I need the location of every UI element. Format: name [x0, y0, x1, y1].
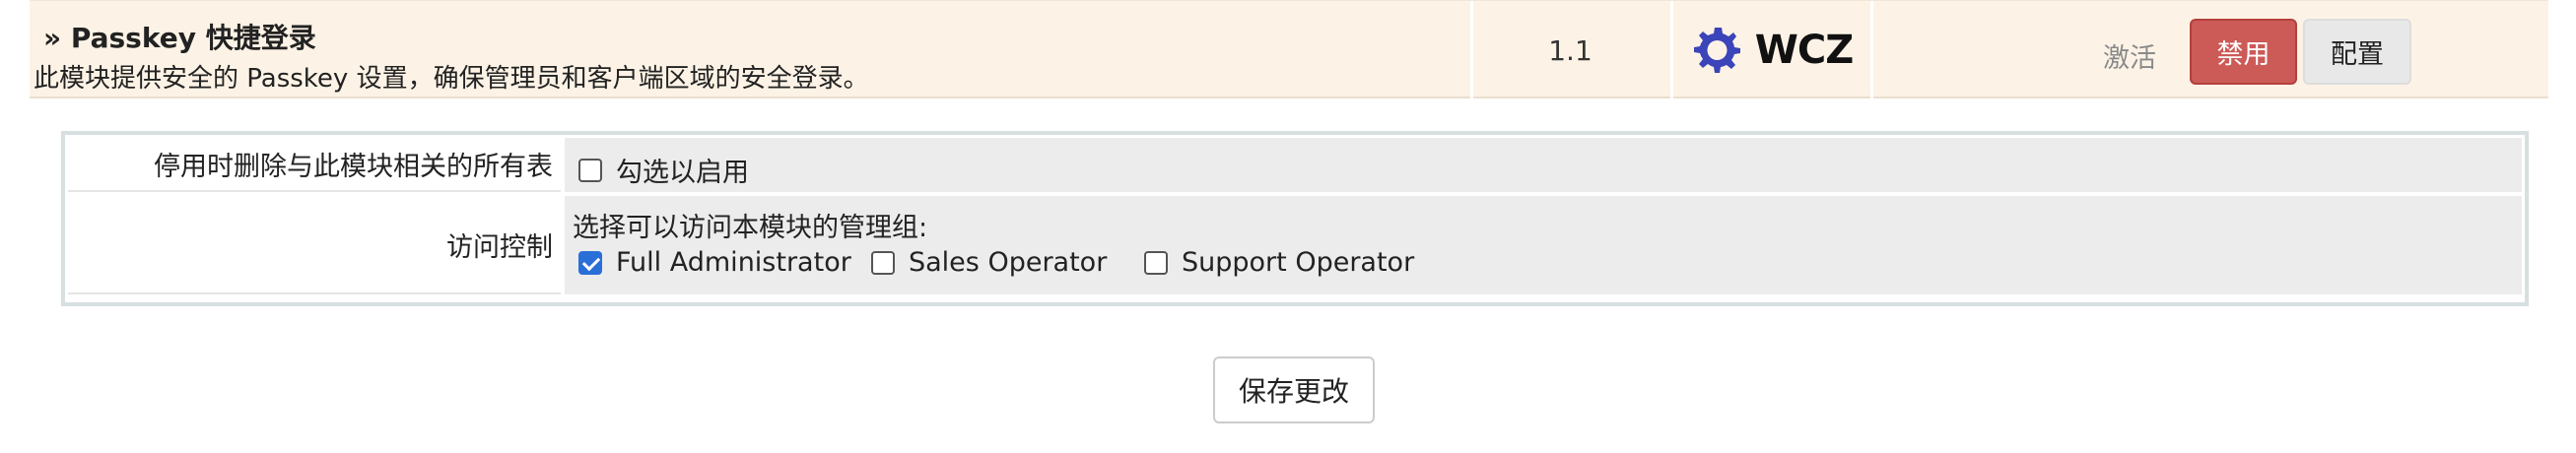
module-row: » Passkey 快捷登录 此模块提供安全的 Passkey 设置，确保管理员…	[30, 0, 2548, 99]
support-operator-checkbox[interactable]	[1144, 250, 1168, 275]
vendor-logo-text: WCZ	[1754, 28, 1854, 73]
sales-operator-label: Sales Operator	[909, 247, 1108, 278]
configure-button[interactable]: 配置	[2303, 19, 2411, 85]
admin-group-option-sales-operator[interactable]: Sales Operator	[871, 247, 1107, 278]
delete-tables-field: 勾选以启用	[561, 138, 2522, 192]
delete-tables-label: 停用时删除与此模块相关的所有表	[68, 138, 561, 192]
disable-button[interactable]: 禁用	[2190, 19, 2297, 85]
full-administrator-label: Full Administrator	[616, 247, 851, 278]
access-control-label: 访问控制	[68, 196, 561, 294]
admin-group-option-support-operator[interactable]: Support Operator	[1144, 247, 1414, 278]
module-version: 1.1	[1548, 33, 1593, 67]
delete-tables-checkbox-label: 勾选以启用	[616, 158, 749, 188]
access-control-row: 访问控制 选择可以访问本模块的管理组: Full Administrator S…	[68, 196, 2522, 294]
gear-logo-icon	[1693, 28, 1740, 73]
delete-tables-checkbox[interactable]	[578, 158, 602, 182]
module-info-cell: » Passkey 快捷登录 此模块提供安全的 Passkey 设置，确保管理员…	[30, 1, 1468, 99]
module-description: 此模块提供安全的 Passkey 设置，确保管理员和客户端区域的安全登录。	[34, 64, 869, 94]
module-version-cell: 1.1	[1470, 1, 1667, 99]
module-status-label: 激活	[2103, 43, 2156, 74]
support-operator-label: Support Operator	[1182, 247, 1415, 278]
sales-operator-checkbox[interactable]	[871, 250, 895, 275]
admin-group-option-full-administrator[interactable]: Full Administrator	[578, 247, 851, 278]
full-administrator-checkbox[interactable]	[578, 250, 602, 275]
save-changes-button[interactable]: 保存更改	[1213, 356, 1375, 423]
vendor-logo: WCZ	[1688, 22, 1854, 79]
delete-tables-option[interactable]: 勾选以启用	[578, 151, 749, 189]
access-control-field: 选择可以访问本模块的管理组: Full Administrator Sales …	[561, 196, 2522, 294]
delete-tables-row: 停用时删除与此模块相关的所有表 勾选以启用	[68, 138, 2522, 192]
access-control-prompt: 选择可以访问本模块的管理组:	[573, 213, 928, 243]
module-settings-panel: 停用时删除与此模块相关的所有表 勾选以启用 访问控制 选择可以访问本模块的管理组…	[61, 131, 2529, 306]
module-title: » Passkey 快捷登录	[43, 22, 316, 54]
module-actions-cell: 激活 禁用 配置	[1870, 1, 2548, 99]
vendor-logo-cell: WCZ	[1670, 1, 1867, 99]
